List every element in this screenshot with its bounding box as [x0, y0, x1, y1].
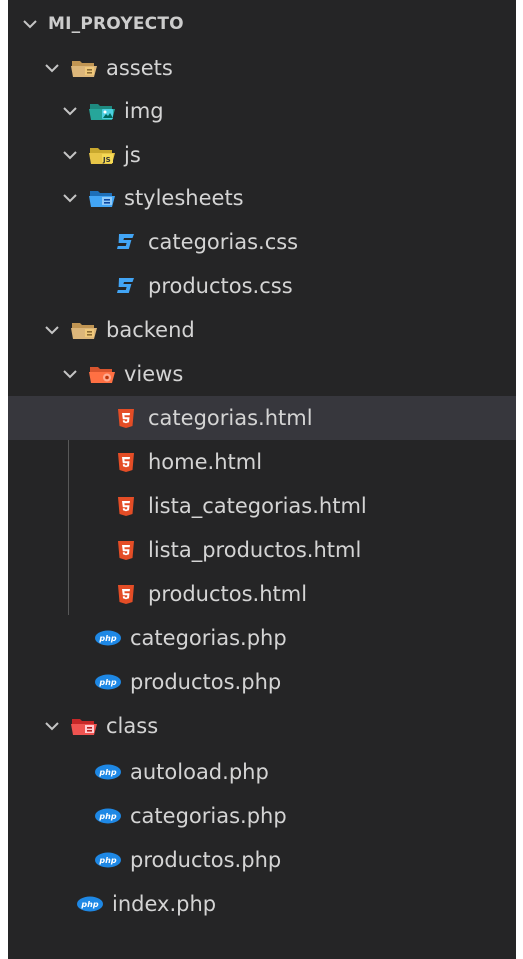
php-file-icon: php: [95, 764, 121, 780]
tree-file-backend-productos-php[interactable]: php productos.php: [8, 660, 516, 704]
tree-folder-views[interactable]: views: [8, 352, 516, 396]
svg-text:JS: JS: [102, 156, 111, 164]
html-file-icon: [118, 585, 134, 604]
php-file-icon: php: [95, 674, 121, 690]
html-file-icon: [118, 497, 134, 516]
tree-file-lista-productos-html[interactable]: lista_productos.html: [8, 528, 516, 572]
svg-text:php: php: [98, 812, 116, 821]
tree-folder-js[interactable]: JS js: [8, 133, 516, 177]
tree-item-label: categorias.html: [148, 406, 313, 430]
tree-folder-class[interactable]: class: [8, 704, 516, 748]
tree-file-autoload-php[interactable]: php autoload.php: [8, 750, 516, 794]
svg-text:php: php: [98, 768, 116, 777]
chevron-down-icon[interactable]: [60, 188, 80, 208]
tree-item-label: index.php: [112, 892, 217, 916]
tree-item-label: assets: [106, 56, 173, 80]
tree-item-label: lista_productos.html: [148, 538, 362, 562]
folder-open-icon: [71, 61, 97, 77]
chevron-down-icon[interactable]: [20, 14, 40, 34]
tree-item-label: categorias.php: [130, 804, 287, 828]
tree-item-label: home.html: [148, 450, 263, 474]
chevron-down-icon[interactable]: [42, 320, 62, 340]
explorer-root-label: MI_PROYECTO: [48, 14, 184, 34]
tree-file-index-php[interactable]: php index.php: [8, 882, 516, 926]
tree-file-backend-categorias-php[interactable]: php categorias.php: [8, 616, 516, 660]
folder-images-icon: [89, 104, 115, 120]
tree-item-label: js: [124, 143, 141, 167]
tree-file-class-productos-php[interactable]: php productos.php: [8, 838, 516, 882]
chevron-down-icon[interactable]: [60, 101, 80, 121]
tree-item-label: stylesheets: [124, 186, 244, 210]
tree-folder-img[interactable]: img: [8, 89, 516, 133]
tree-item-label: backend: [106, 318, 195, 342]
tree-item-label: productos.php: [130, 670, 282, 694]
file-explorer-panel: MI_PROYECTO assets img JS js stylesheets…: [8, 0, 516, 959]
php-file-icon: php: [95, 630, 121, 646]
tree-item-label: productos.html: [148, 582, 308, 606]
chevron-down-icon[interactable]: [42, 58, 62, 78]
tree-file-categorias-html[interactable]: categorias.html: [8, 396, 516, 440]
explorer-root-folder[interactable]: MI_PROYECTO: [8, 2, 516, 46]
tree-file-productos-css[interactable]: productos.css: [8, 264, 516, 308]
svg-text:php: php: [98, 856, 116, 865]
tree-file-class-categorias-php[interactable]: php categorias.php: [8, 794, 516, 838]
css-file-icon: [117, 234, 134, 249]
tree-item-label: views: [124, 362, 184, 386]
tree-item-label: categorias.php: [130, 626, 287, 650]
tree-item-label: categorias.css: [148, 230, 299, 254]
tree-item-label: class: [106, 714, 159, 738]
folder-views-icon: [89, 367, 115, 383]
chevron-down-icon[interactable]: [60, 145, 80, 165]
tree-file-productos-html[interactable]: productos.html: [8, 572, 516, 616]
svg-text:php: php: [98, 634, 116, 643]
folder-css-icon: [89, 191, 115, 207]
tree-item-label: productos.css: [148, 274, 293, 298]
chevron-down-icon[interactable]: [60, 364, 80, 384]
php-file-icon: php: [95, 852, 121, 868]
svg-text:php: php: [80, 900, 98, 909]
chevron-down-icon[interactable]: [42, 716, 62, 736]
folder-js-icon: JS: [89, 148, 115, 164]
tree-folder-backend[interactable]: backend: [8, 308, 516, 352]
html-file-icon: [118, 541, 134, 560]
folder-class-icon: [71, 719, 97, 735]
tree-item-label: lista_categorias.html: [148, 494, 367, 518]
tree-folder-assets[interactable]: assets: [8, 46, 516, 90]
php-file-icon: php: [77, 896, 103, 912]
tree-item-label: productos.php: [130, 848, 282, 872]
html-file-icon: [118, 409, 134, 428]
folder-open-icon: [71, 323, 97, 339]
tree-item-label: img: [124, 99, 164, 123]
tree-file-home-html[interactable]: home.html: [8, 440, 516, 484]
tree-item-label: autoload.php: [130, 760, 269, 784]
html-file-icon: [118, 453, 134, 472]
tree-folder-stylesheets[interactable]: stylesheets: [8, 176, 516, 220]
svg-text:php: php: [98, 678, 116, 687]
tree-file-lista-categorias-html[interactable]: lista_categorias.html: [8, 484, 516, 528]
php-file-icon: php: [95, 808, 121, 824]
tree-file-categorias-css[interactable]: categorias.css: [8, 220, 516, 264]
css-file-icon: [117, 278, 134, 293]
